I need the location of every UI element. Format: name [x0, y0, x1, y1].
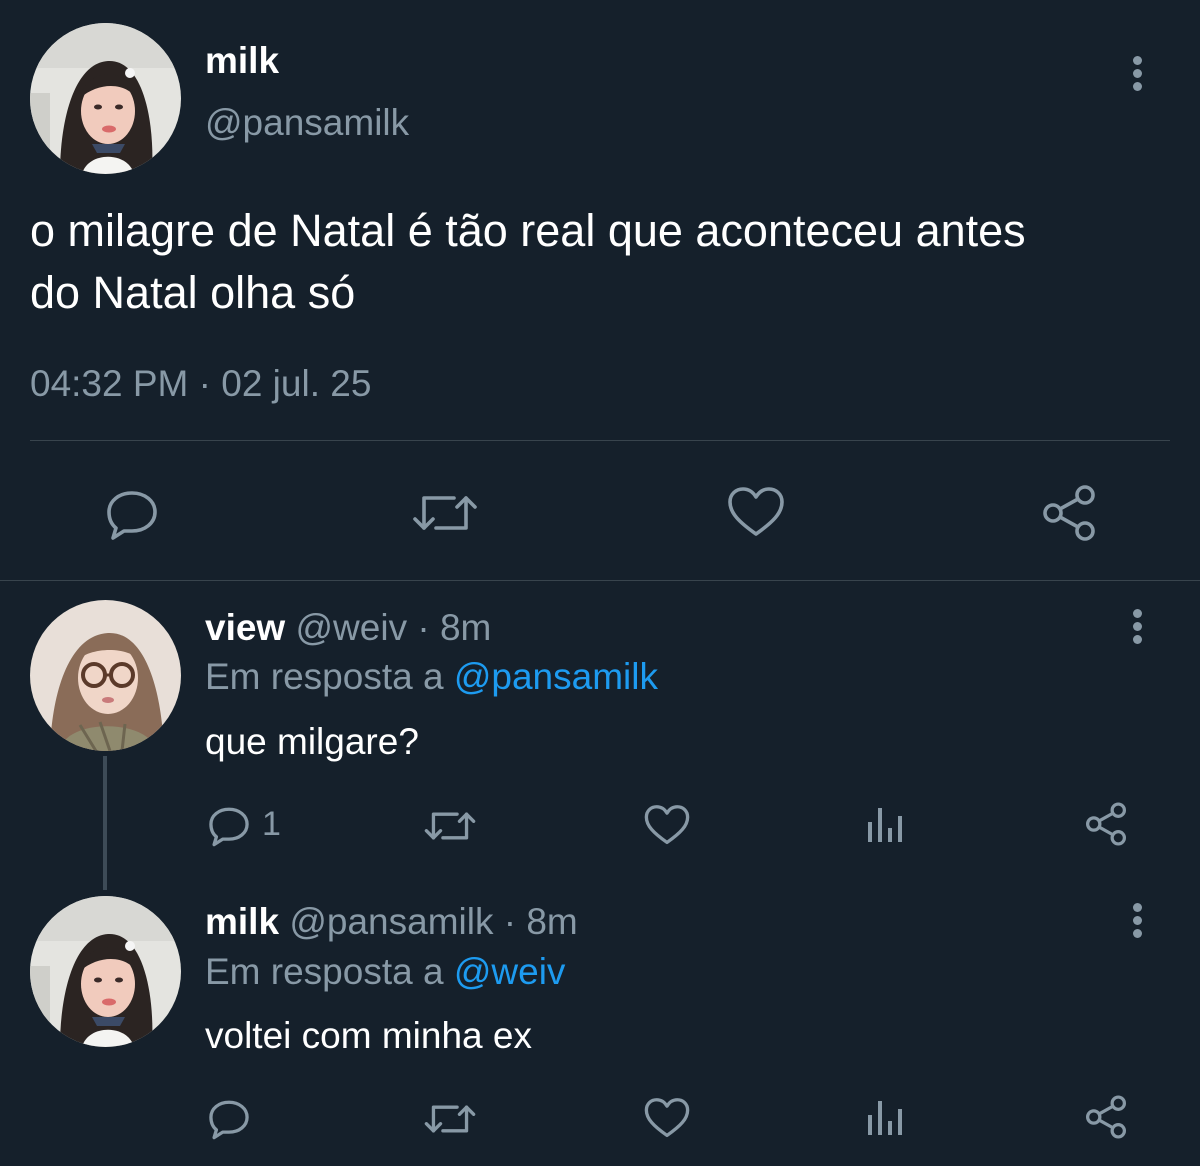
reply-1-avatar[interactable]	[30, 600, 181, 751]
reply-1-share-icon[interactable]	[1083, 801, 1129, 847]
reply-1-more-icon[interactable]	[1133, 609, 1143, 648]
main-tweet-divider	[30, 440, 1170, 441]
reply-2-avatar[interactable]	[30, 896, 181, 1047]
reply-icon[interactable]	[104, 485, 160, 541]
reply-1-retweet-icon[interactable]	[424, 806, 476, 846]
reply-2-text: voltei com minha ex	[205, 1015, 532, 1056]
reply-2-share-icon[interactable]	[1083, 1094, 1129, 1140]
reply-1-analytics-icon[interactable]	[866, 804, 906, 844]
reply-1-reply-to-link[interactable]: @pansamilk	[454, 656, 658, 697]
reply-1-meta[interactable]: @weiv · 8m	[296, 607, 492, 648]
reply-1-reply-icon[interactable]	[207, 803, 251, 847]
reply-2-reply-context: Em resposta a @weiv	[205, 950, 565, 994]
main-tweet-display-name[interactable]: milk	[205, 40, 279, 82]
main-tweet-more-icon[interactable]	[1133, 56, 1143, 95]
reply-2-header: milk @pansamilk · 8m	[205, 900, 578, 944]
share-icon[interactable]	[1039, 483, 1099, 543]
section-divider	[0, 580, 1200, 581]
reply-2-reply-to-link[interactable]: @weiv	[454, 951, 566, 992]
thread-connector-line	[103, 756, 107, 890]
main-tweet-text-line-2: do Natal olha só	[30, 267, 356, 318]
main-tweet-avatar[interactable]	[30, 23, 181, 174]
like-icon[interactable]	[727, 486, 785, 538]
main-tweet-timestamp[interactable]: 04:32 PM · 02 jul. 25	[30, 363, 371, 405]
reply-1-reply-count: 1	[262, 805, 281, 843]
reply-1-header: view @weiv · 8m	[205, 606, 491, 650]
reply-1-reply-context: Em resposta a @pansamilk	[205, 655, 658, 699]
reply-1-text: que milgare?	[205, 721, 419, 762]
reply-2-like-icon[interactable]	[644, 1097, 690, 1139]
reply-2-more-icon[interactable]	[1133, 903, 1143, 942]
reply-2-reply-prefix: Em resposta a	[205, 951, 444, 992]
reply-2-display-name[interactable]: milk	[205, 901, 279, 942]
reply-2-retweet-icon[interactable]	[424, 1099, 476, 1139]
reply-2-reply-icon[interactable]	[207, 1096, 251, 1140]
reply-1-like-icon[interactable]	[644, 804, 690, 846]
reply-2-meta[interactable]: @pansamilk · 8m	[289, 901, 577, 942]
retweet-icon[interactable]	[412, 488, 478, 538]
reply-1-display-name[interactable]: view	[205, 607, 285, 648]
main-tweet-handle[interactable]: @pansamilk	[205, 102, 409, 144]
reply-1-reply-prefix: Em resposta a	[205, 656, 444, 697]
main-tweet-text-line-1: o milagre de Natal é tão real que aconte…	[30, 205, 1026, 256]
reply-2-analytics-icon[interactable]	[866, 1097, 906, 1137]
